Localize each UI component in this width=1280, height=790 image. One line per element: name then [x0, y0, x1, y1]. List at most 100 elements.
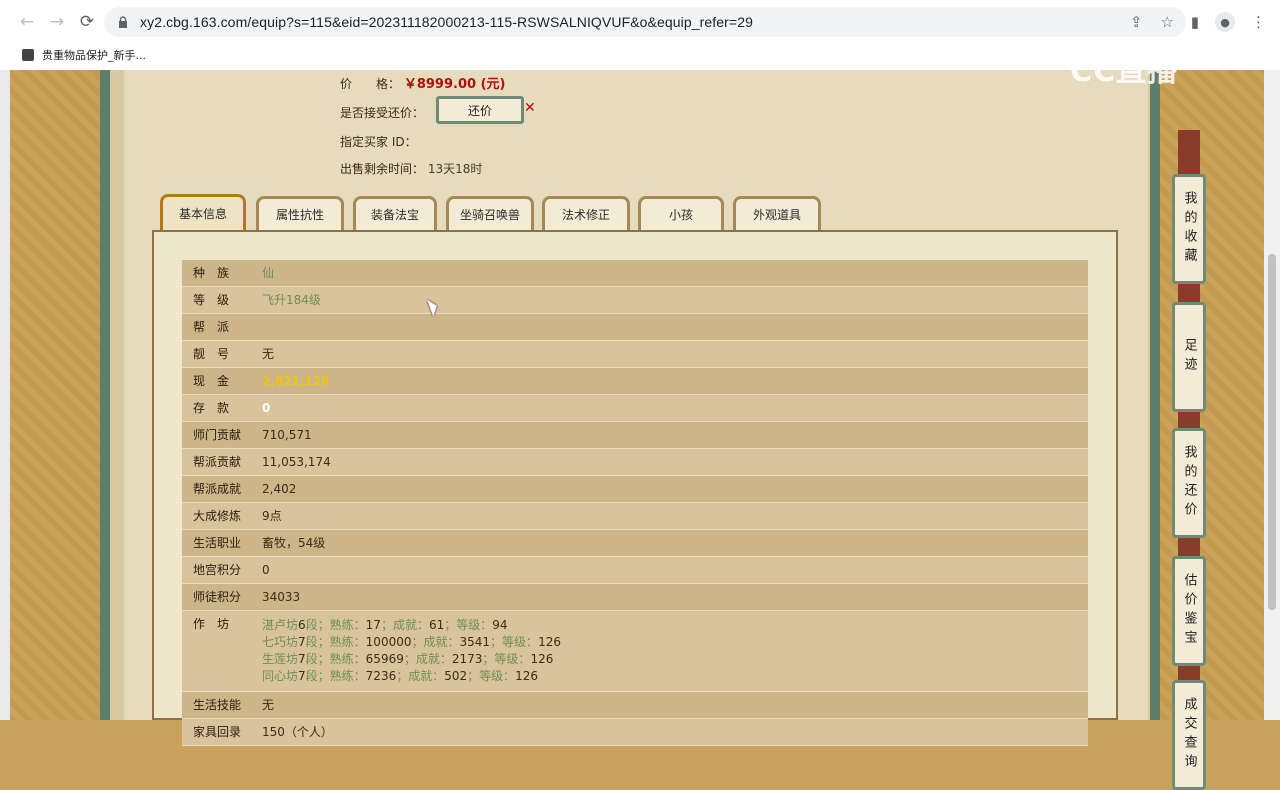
tab-basic-info[interactable]: 基本信息 — [160, 194, 246, 230]
workshop-lvl: 126 — [515, 669, 539, 683]
row-key: 师门贡献 — [193, 428, 242, 442]
buyer-id-row: 指定买家 ID： — [340, 133, 417, 150]
price-value: ￥8999.00 (元) — [403, 77, 506, 92]
row-value: 710,571 — [262, 428, 312, 442]
sidebar-item-appraisal[interactable]: 估价鉴宝 — [1172, 556, 1206, 666]
row-value: 9点 — [262, 509, 282, 523]
tab-label: 基本信息 — [178, 207, 227, 221]
row-value: 仙 — [262, 266, 275, 280]
tab-children[interactable]: 小孩 — [638, 196, 724, 230]
table-row: 作 坊 湛卢坊6段；熟练：17；成就：61；等级：94 七巧坊7段；熟练：100… — [182, 611, 1088, 692]
tab-mounts-pets[interactable]: 坐骑召唤兽 — [446, 196, 534, 230]
tab-equipment[interactable]: 装备法宝 — [353, 196, 437, 230]
table-row: 地宫积分 0 — [182, 557, 1088, 584]
tab-label: 属性抗性 — [275, 208, 324, 222]
tab-label: 外观道具 — [752, 208, 801, 222]
workshop-lvl: 94 — [492, 618, 508, 632]
table-row: 大成修炼 9点 — [182, 503, 1088, 530]
workshop-lvl: 126 — [538, 635, 561, 649]
row-value: 2,402 — [262, 482, 297, 496]
row-key: 生活技能 — [193, 698, 242, 712]
sidebar-item-deals[interactable]: 成交查询 — [1172, 680, 1206, 790]
workshop-ach-label: ；成就： — [396, 669, 445, 683]
sidebar-rope — [1178, 666, 1200, 680]
workshop-ach-label: ；成就： — [380, 618, 429, 632]
sidebar-item-footprints[interactable]: 足迹 — [1172, 302, 1206, 412]
sidebar-item-favorites[interactable]: 我的收藏 — [1172, 174, 1206, 284]
workshop-tier: 6 — [298, 618, 306, 632]
tab-label: 坐骑召唤兽 — [459, 208, 520, 222]
row-value: 34033 — [262, 590, 301, 604]
workshop-lvl-label: ；等级： — [444, 618, 493, 632]
row-value: 无 — [262, 347, 275, 361]
url-text[interactable]: xy2.cbg.163.com/equip?s=115&eid=20231118… — [140, 14, 753, 30]
lock-icon[interactable] — [116, 15, 130, 29]
workshop-seg-label: 段；熟练： — [305, 669, 366, 683]
workshop-name: 七巧坊 — [262, 635, 299, 649]
workshop-name: 同心坊 — [262, 669, 299, 683]
workshop-seg-label: 段；熟练： — [305, 652, 366, 666]
workshop-skill: 17 — [365, 618, 381, 632]
workshop-name: 生莲坊 — [262, 652, 299, 666]
workshop-line: 湛卢坊6段；熟练：17；成就：61；等级：94 — [262, 617, 561, 634]
workshop-ach: 3541 — [459, 635, 491, 649]
sidebar-item-label: 足迹 — [1181, 338, 1197, 376]
tab-spell-correction[interactable]: 法术修正 — [542, 196, 630, 230]
left-window-edge — [0, 70, 10, 720]
forward-icon[interactable]: → — [46, 11, 68, 33]
row-key: 存 款 — [193, 401, 230, 415]
workshop-ach: 61 — [428, 618, 445, 632]
bookmark-link[interactable]: 贵重物品保护_新手... — [42, 47, 146, 63]
sidebar-rope — [1178, 538, 1200, 556]
row-key: 家具回录 — [193, 725, 242, 739]
sidebar-rope — [1178, 412, 1200, 428]
row-key: 大成修炼 — [193, 509, 242, 523]
workshop-skill: 65969 — [365, 652, 404, 666]
bargain-button[interactable]: 还价 — [436, 96, 524, 124]
info-table: 种 族 仙 等 级飞升184级 帮 派 靓 号无 现 金 2,821,128 存 款… — [182, 260, 1088, 746]
sidepanel-icon[interactable]: ▮ — [1191, 13, 1199, 31]
share-icon[interactable]: ⇪ — [1130, 13, 1143, 31]
menu-icon[interactable]: ⋮ — [1251, 13, 1266, 31]
workshop-skill: 100000 — [365, 635, 412, 649]
table-row: 等 级 飞升184级 — [182, 287, 1088, 314]
sidebar-item-my-bargains[interactable]: 我的还价 — [1172, 428, 1206, 538]
workshop-tier: 7 — [298, 652, 306, 666]
star-icon[interactable]: ☆ — [1161, 13, 1174, 31]
tab-attributes[interactable]: 属性抗性 — [256, 196, 344, 230]
page-scrollbar[interactable] — [1264, 70, 1280, 720]
workshop-list: 湛卢坊6段；熟练：17；成就：61；等级：94 七巧坊7段；熟练：100000；… — [262, 611, 561, 691]
tab-appearance[interactable]: 外观道具 — [733, 196, 821, 230]
address-bar[interactable]: xy2.cbg.163.com/equip?s=115&eid=20231118… — [104, 7, 1186, 37]
row-value: 0 — [262, 401, 271, 415]
row-value: 2,821,128 — [262, 374, 330, 388]
back-icon[interactable]: ← — [16, 11, 38, 33]
reload-icon[interactable]: ⟳ — [76, 11, 98, 33]
row-key: 作 坊 — [193, 617, 230, 631]
row-value: 11,053,174 — [262, 455, 331, 469]
workshop-tier: 7 — [298, 635, 306, 649]
row-value: 畜牧，54级 — [262, 536, 326, 550]
bargain-label: 是否接受还价： — [340, 106, 425, 120]
workshop-line: 同心坊7段；熟练：7236；成就：502；等级：126 — [262, 668, 561, 685]
bookmarks-bar: 贵重物品保护_新手... — [0, 44, 146, 66]
sidebar-item-label: 成交查询 — [1181, 697, 1197, 773]
table-row: 靓 号无 — [182, 341, 1088, 368]
workshop-ach-label: ；成就： — [411, 635, 460, 649]
table-row: 现 金 2,821,128 — [182, 368, 1088, 395]
tab-label: 小孩 — [668, 208, 693, 222]
row-key: 种 族 — [193, 266, 230, 280]
table-row: 帮 派 — [182, 314, 1088, 341]
bargain-button-label: 还价 — [467, 103, 492, 118]
workshop-name: 湛卢坊 — [262, 618, 299, 632]
row-key: 帮派贡献 — [193, 455, 242, 469]
workshop-line: 生莲坊7段；熟练：65969；成就：2173；等级：126 — [262, 651, 561, 668]
row-key: 地宫积分 — [193, 563, 242, 577]
scrollbar-thumb[interactable] — [1268, 254, 1276, 610]
workshop-lvl-label: ；等级： — [490, 635, 539, 649]
table-row: 家具回录 150（个人） — [182, 719, 1088, 746]
row-key: 现 金 — [193, 374, 230, 388]
row-value: 飞升184级 — [262, 293, 321, 307]
price-label: 价 格： — [340, 77, 401, 91]
avatar[interactable]: ● — [1215, 12, 1235, 32]
